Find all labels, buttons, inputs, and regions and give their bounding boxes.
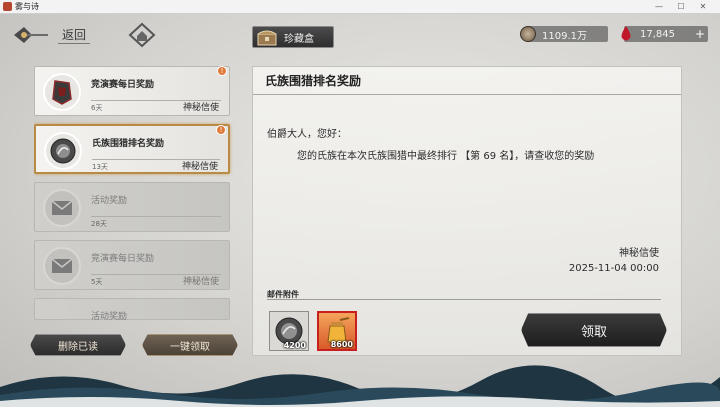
blood-drop-icon [621, 26, 631, 41]
home-icon[interactable] [128, 22, 156, 48]
mail-thumbnail [43, 189, 81, 227]
mail-signature: 神秘信使 [619, 248, 659, 259]
mail-sender: 神秘信使 [182, 277, 219, 287]
app-icon [3, 2, 12, 11]
treasure-box-label: 珍藏盒 [284, 33, 314, 45]
mail-title: 竞演赛每日奖励 [91, 254, 155, 264]
mail-list: 竞演赛每日奖励 6天 神秘信使 ! 氏族围猎排名奖励 13天 神秘信使 ! 活动… [34, 66, 234, 326]
mail-days: 13天 [92, 163, 108, 171]
mail-date: 2025-11-04 00:00 [568, 263, 659, 274]
back-label: 返回 [58, 26, 91, 44]
wave-decoration [0, 365, 720, 407]
mail-title: 竞演赛每日奖励 [91, 80, 155, 90]
mail-divider [91, 216, 221, 217]
arena-badge-icon [52, 80, 72, 105]
mail-title: 氏族围猎排名奖励 [92, 139, 165, 149]
mail-title: 活动奖励 [91, 196, 128, 206]
mail-detail-panel: 氏族围猎排名奖励 伯爵大人，您好： 您的氏族在本次氏族围猎中最终排行 【第 69… [252, 66, 682, 356]
back-button[interactable]: 返回 [12, 22, 102, 48]
mail-thumbnail [43, 73, 81, 111]
mail-sender: 神秘信使 [181, 162, 218, 172]
silver-amount: 1109.1万 [542, 30, 587, 42]
back-emblem-icon [14, 27, 48, 43]
silver-coin-icon [520, 26, 536, 42]
game-screen: 返回 珍藏盒 1109.1万 17,845 + 竞演赛每日奖励 6天 神秘信使 … [0, 14, 720, 407]
mail-days: 28天 [91, 220, 107, 228]
window-titlebar: 雾与诗 — ☐ ✕ [0, 0, 720, 14]
mail-item[interactable]: 竞演赛每日奖励 5天 神秘信使 [34, 240, 230, 290]
top-bar: 返回 珍藏盒 1109.1万 17,845 + [0, 14, 720, 54]
treasure-chest-icon [257, 30, 277, 46]
mail-thumbnail [44, 132, 82, 170]
mail-title: 活动奖励 [91, 312, 128, 322]
envelope-icon [51, 200, 73, 215]
minimize-button[interactable]: — [648, 0, 670, 14]
window-controls: — ☐ ✕ [648, 0, 714, 14]
mail-item[interactable]: 活动奖励 [34, 298, 230, 322]
mail-body: 您的氏族在本次氏族围猎中最终排行 【第 69 名】，请查收您的奖励 [297, 151, 595, 162]
claim-button[interactable]: 领取 [521, 313, 667, 347]
attachment-item[interactable]: 8600 [317, 311, 357, 351]
attachments-divider [267, 299, 661, 300]
mail-sender: 神秘信使 [182, 103, 219, 113]
new-badge: ! [217, 66, 227, 76]
close-button[interactable]: ✕ [692, 0, 714, 14]
envelope-icon [51, 258, 73, 273]
silver-currency: 1109.1万 [520, 26, 608, 42]
window-title: 雾与诗 [15, 2, 39, 11]
new-badge: ! [216, 125, 226, 135]
mail-detail-title: 氏族围猎排名奖励 [253, 67, 681, 95]
maximize-button[interactable]: ☐ [670, 0, 692, 14]
attachment-item[interactable]: 4200 [269, 311, 309, 351]
mail-item-selected[interactable]: 氏族围猎排名奖励 13天 神秘信使 ! [34, 124, 230, 174]
mail-item[interactable]: 活动奖励 28天 [34, 182, 230, 232]
mail-days: 6天 [91, 104, 103, 112]
treasure-box-button[interactable]: 珍藏盒 [252, 26, 334, 48]
add-blood-button[interactable]: + [695, 26, 705, 42]
mail-days: 5天 [91, 278, 103, 286]
mail-greeting: 伯爵大人，您好： [267, 129, 347, 140]
mail-item[interactable]: 竞演赛每日奖励 6天 神秘信使 ! [34, 66, 230, 116]
blood-amount: 17,845 [640, 28, 675, 40]
silver-coin-icon [50, 138, 76, 164]
mail-thumbnail [43, 247, 81, 285]
blood-currency: 17,845 + [621, 26, 708, 42]
